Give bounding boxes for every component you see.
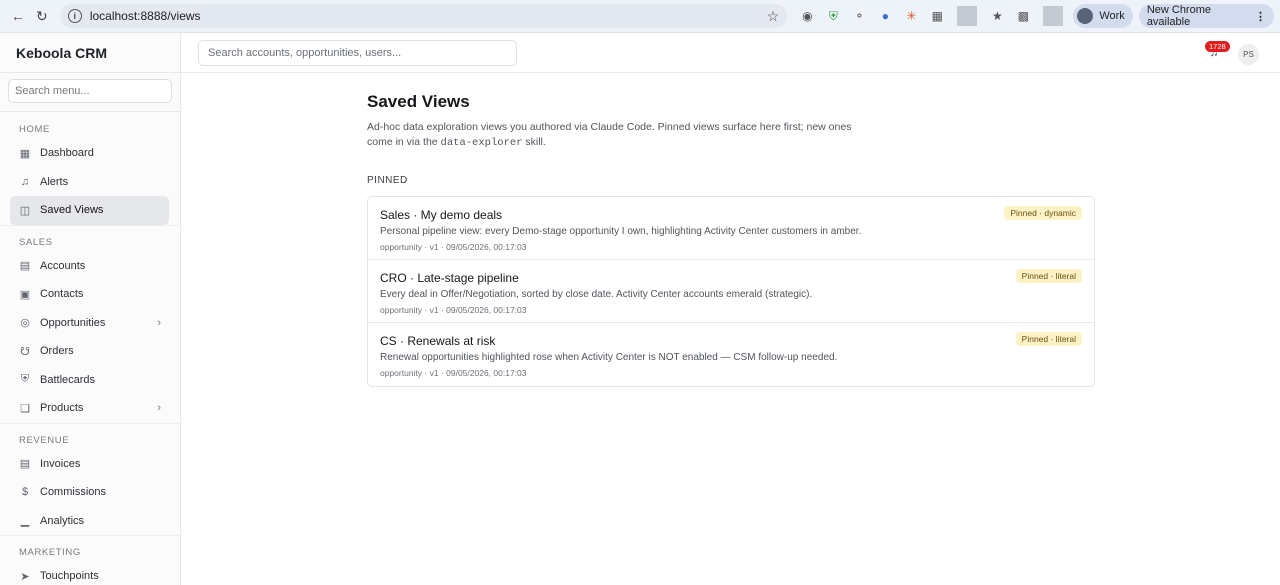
dollar-icon: $ [21, 486, 29, 499]
camera-icon[interactable]: ◉ [797, 6, 817, 26]
dashboard-icon: ▦ [19, 147, 31, 160]
sidebar-item-invoices[interactable]: ▤ Invoices [10, 450, 169, 479]
sidebar-item-opportunities[interactable]: ◎ Opportunities › [10, 309, 169, 338]
extensions-area: ◉ ⛨ ⚬ ● ✳ ▦ ★ ▩ [797, 6, 1067, 26]
sidebar-item-dashboard[interactable]: ▦ Dashboard [10, 139, 169, 168]
menu-dots-icon[interactable]: ⋮ [1255, 10, 1266, 23]
profile-avatar [1077, 8, 1094, 24]
pinned-section-label: PINNED [367, 175, 408, 186]
url-text: localhost:8888/views [89, 9, 201, 23]
sidebar-item-label: Analytics [40, 514, 85, 527]
view-description: Every deal in Offer/Negotiation, sorted … [380, 289, 813, 300]
sidebar-item-label: Invoices [40, 457, 81, 470]
invoice-icon: ▤ [19, 458, 31, 471]
bookmarks-icon[interactable]: ★ [987, 6, 1007, 26]
translate-icon[interactable]: ▩ [1013, 6, 1033, 26]
view-meta: opportunity · v1 · 09/05/2026, 00:17:03 [380, 305, 527, 315]
sidebar-item-touchpoints[interactable]: ➤ Touchpoints [10, 562, 169, 585]
sidebar-item-alerts[interactable]: ♫ Alerts [10, 168, 169, 197]
saved-view-row[interactable]: CRO · Late-stage pipeline Every deal in … [368, 260, 1094, 323]
sidebar-item-analytics[interactable]: ▁ Analytics [10, 507, 169, 536]
sidebar: Keboola CRM Search menu... HOME ▦ Dashbo… [0, 33, 181, 585]
sidebar-item-orders[interactable]: ☋ Orders [10, 337, 169, 366]
profile-button[interactable]: Work [1073, 4, 1133, 28]
sidebar-item-label: Battlecards [40, 373, 96, 386]
toolbar-divider [957, 6, 978, 26]
shield-extension-icon[interactable]: ⛨ [823, 6, 843, 26]
pinned-badge: Pinned · dynamic [1004, 206, 1082, 220]
sidebar-item-label: Saved Views [40, 204, 104, 217]
sidebar-item-saved-views[interactable]: ◫ Saved Views [10, 196, 169, 225]
box-icon: ❏ [20, 402, 30, 415]
bell-icon: ♫ [20, 175, 30, 188]
profile-label: Work [1099, 10, 1125, 22]
send-icon: ➤ [20, 570, 30, 583]
sidebar-item-products[interactable]: ❏ Products › [10, 394, 169, 423]
pinned-views-list: Sales · My demo deals Personal pipeline … [367, 196, 1095, 387]
page-title: Saved Views [367, 92, 470, 111]
app-brand[interactable]: Keboola CRM [0, 33, 180, 73]
saved-views-panel: Saved Views Ad-hoc data exploration view… [367, 92, 1095, 387]
shield-icon: ⛨ [20, 373, 30, 386]
section-sales: SALES [0, 224, 180, 252]
sidebar-item-label: Orders [40, 345, 74, 358]
update-button[interactable]: New Chrome available ⋮ [1138, 4, 1275, 28]
sidebar-item-label: Alerts [40, 175, 69, 188]
chevron-right-icon[interactable]: › [157, 402, 161, 414]
saved-view-row[interactable]: Sales · My demo deals Personal pipeline … [368, 197, 1094, 260]
sidebar-item-accounts[interactable]: ▤ Accounts [10, 252, 169, 281]
back-icon[interactable]: ← [6, 3, 30, 29]
sidebar-item-contacts[interactable]: ▣ Contacts [10, 280, 169, 309]
building-icon: ▤ [19, 260, 31, 273]
sidebar-item-label: Contacts [40, 288, 84, 301]
claude-extension-icon[interactable]: ✳ [901, 6, 921, 26]
menu-search-input[interactable]: Search menu... [8, 79, 172, 103]
pinned-badge: Pinned · literal [1015, 332, 1082, 346]
notification-count-badge: 1728 [1205, 41, 1230, 52]
bookmark-star-icon[interactable]: ☆ [767, 8, 780, 25]
description-text-end: skill. [522, 136, 546, 148]
section-home: HOME [0, 111, 180, 139]
view-meta: opportunity · v1 · 09/05/2026, 00:17:03 [380, 242, 527, 252]
user-avatar[interactable]: PS [1238, 44, 1259, 65]
target-icon: ◎ [20, 317, 30, 330]
view-description: Renewal opportunities highlighted rose w… [380, 352, 838, 363]
view-meta: opportunity · v1 · 09/05/2026, 00:17:03 [380, 368, 527, 378]
toolbar-divider [1043, 6, 1064, 26]
pinned-badge: Pinned · literal [1015, 269, 1082, 283]
view-title[interactable]: CS · Renewals at risk [380, 334, 1082, 348]
bar-chart-icon: ▁ [20, 515, 30, 528]
extension-icon[interactable]: ⚬ [849, 6, 869, 26]
puzzle-icon[interactable]: ▦ [927, 6, 947, 26]
address-bar[interactable]: i localhost:8888/views ☆ [59, 4, 788, 28]
skill-name: data-explorer [440, 137, 523, 149]
cart-icon: ☋ [20, 345, 30, 358]
contact-icon: ▣ [19, 288, 31, 301]
section-marketing: MARKETING [0, 535, 180, 562]
main-content: Search accounts, opportunities, users...… [181, 33, 1280, 585]
view-description: Personal pipeline view: every Demo-stage… [380, 226, 862, 237]
sidebar-item-label: Dashboard [40, 147, 94, 160]
view-title[interactable]: Sales · My demo deals [380, 208, 1082, 222]
global-search-input[interactable]: Search accounts, opportunities, users... [198, 39, 517, 66]
chevron-right-icon[interactable]: › [157, 317, 161, 329]
top-bar: Search accounts, opportunities, users...… [181, 33, 1280, 73]
sidebar-item-commissions[interactable]: $ Commissions [10, 478, 169, 507]
globe-extension-icon[interactable]: ● [875, 6, 895, 26]
sidebar-item-label: Commissions [40, 486, 107, 499]
page-description: Ad-hoc data exploration views you author… [367, 120, 857, 151]
sidebar-item-label: Products [40, 402, 84, 415]
browser-toolbar: ← ↻ i localhost:8888/views ☆ ◉ ⛨ ⚬ ● ✳ ▦… [0, 0, 1280, 33]
sidebar-item-label: Opportunities [40, 316, 106, 329]
sidebar-item-label: Touchpoints [40, 570, 99, 583]
sidebar-item-label: Accounts [40, 259, 86, 272]
section-revenue: REVENUE [0, 422, 180, 450]
saved-view-row[interactable]: CS · Renewals at risk Renewal opportunit… [368, 323, 1094, 386]
sidebar-item-battlecards[interactable]: ⛨ Battlecards [10, 366, 169, 395]
bookmark-icon: ◫ [19, 204, 31, 217]
site-info-icon[interactable]: i [67, 9, 82, 23]
update-label: New Chrome available [1146, 4, 1211, 28]
view-title[interactable]: CRO · Late-stage pipeline [380, 271, 1082, 285]
reload-icon[interactable]: ↻ [30, 3, 54, 29]
